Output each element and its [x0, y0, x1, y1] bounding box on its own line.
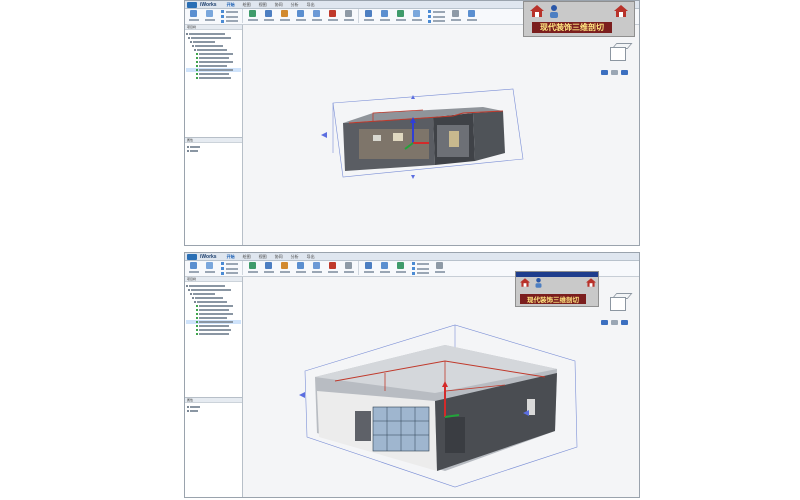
ribbon-button[interactable]: [262, 261, 275, 275]
ribbon-button[interactable]: [246, 261, 259, 275]
ribbon-button[interactable]: [362, 9, 375, 23]
ribbon-button[interactable]: [410, 9, 423, 23]
tree-node[interactable]: [186, 76, 241, 80]
ribbon-small-group[interactable]: [426, 9, 446, 23]
project-tree: [185, 282, 242, 338]
title-banner: 现代装饰三维剖切: [515, 271, 599, 307]
ribbon-button[interactable]: [449, 9, 462, 23]
app-window-top: iWorks 开始 绘图 视图 协同 分析 导出 项目树 属性 现代装饰三维剖切: [184, 0, 640, 246]
ribbon-button[interactable]: [278, 9, 291, 23]
menu-tab[interactable]: 开始: [227, 2, 235, 8]
viewcube-icon[interactable]: [601, 41, 635, 75]
app-name: iWorks: [200, 253, 217, 260]
app-logo-icon: [187, 1, 197, 8]
ribbon-button[interactable]: [378, 9, 391, 23]
menu-tab[interactable]: 分析: [291, 2, 299, 8]
app-window-bottom: iWorks 开始 绘图 视图 协同 分析 导出 项目树 属性 现代装饰三维剖切: [184, 252, 640, 498]
ribbon-button[interactable]: [465, 9, 478, 23]
properties-title: 属性: [185, 138, 242, 143]
home-icon: [586, 278, 596, 287]
viewcube-icon[interactable]: [601, 291, 635, 325]
menu-tab[interactable]: 开始: [227, 254, 235, 260]
ribbon-small-group[interactable]: [410, 261, 430, 275]
ribbon-button[interactable]: [246, 9, 259, 23]
building-model[interactable]: [295, 321, 585, 491]
menu-tab[interactable]: 绘图: [243, 254, 251, 260]
person-icon: [550, 5, 558, 18]
ribbon-button[interactable]: [394, 261, 407, 275]
menu-tabs: 开始 绘图 视图 协同 分析 导出: [227, 2, 323, 8]
title-bar: iWorks 开始 绘图 视图 协同 分析 导出: [185, 253, 639, 261]
ribbon-button[interactable]: [378, 261, 391, 275]
menu-tab[interactable]: 导出: [307, 2, 315, 8]
property-row[interactable]: [185, 149, 242, 153]
property-row[interactable]: [185, 409, 242, 413]
home-icon: [530, 5, 544, 17]
ribbon-button[interactable]: [203, 9, 216, 23]
3d-viewport[interactable]: 现代装饰三维剖切: [243, 1, 639, 245]
person-icon: [535, 278, 542, 288]
ribbon-small-group[interactable]: [219, 9, 239, 23]
project-tree: [185, 30, 242, 82]
ribbon-button[interactable]: [394, 9, 407, 23]
ribbon-button[interactable]: [187, 9, 200, 23]
project-tree-panel: 项目树 属性: [185, 277, 243, 497]
banner-title: 现代装饰三维剖切: [520, 294, 586, 304]
ribbon-button[interactable]: [294, 9, 307, 23]
banner-title: 现代装饰三维剖切: [532, 22, 612, 33]
ribbon-button[interactable]: [342, 9, 355, 23]
ribbon-button[interactable]: [326, 261, 339, 275]
ribbon-button[interactable]: [278, 261, 291, 275]
menu-tab[interactable]: 视图: [259, 254, 267, 260]
home-icon: [520, 278, 530, 287]
project-tree-panel: 项目树 属性: [185, 25, 243, 245]
home-icon: [614, 5, 628, 17]
properties-title: 属性: [185, 398, 242, 403]
properties-panel: 属性: [185, 137, 242, 153]
ribbon-button[interactable]: [262, 9, 275, 23]
title-banner: 现代装饰三维剖切: [523, 1, 635, 37]
menu-tab[interactable]: 协同: [275, 2, 283, 8]
ribbon-button[interactable]: [326, 9, 339, 23]
ribbon-button[interactable]: [342, 261, 355, 275]
ribbon-button[interactable]: [310, 261, 323, 275]
3d-viewport[interactable]: 现代装饰三维剖切: [243, 271, 639, 497]
ribbon-small-group[interactable]: [219, 261, 239, 275]
properties-panel: 属性: [185, 397, 242, 413]
tree-node[interactable]: [186, 332, 241, 336]
menu-tab[interactable]: 导出: [307, 254, 315, 260]
menu-tab[interactable]: 协同: [275, 254, 283, 260]
app-logo-icon: [187, 253, 197, 260]
menu-tab[interactable]: 绘图: [243, 2, 251, 8]
app-name: iWorks: [200, 1, 217, 8]
ribbon-button[interactable]: [187, 261, 200, 275]
building-model[interactable]: [313, 83, 533, 193]
ribbon-button[interactable]: [433, 261, 446, 275]
ribbon-button[interactable]: [294, 261, 307, 275]
menu-tabs: 开始 绘图 视图 协同 分析 导出: [227, 254, 323, 260]
menu-tab[interactable]: 视图: [259, 2, 267, 8]
ribbon-button[interactable]: [362, 261, 375, 275]
menu-tab[interactable]: 分析: [291, 254, 299, 260]
ribbon-button[interactable]: [203, 261, 216, 275]
ribbon-button[interactable]: [310, 9, 323, 23]
